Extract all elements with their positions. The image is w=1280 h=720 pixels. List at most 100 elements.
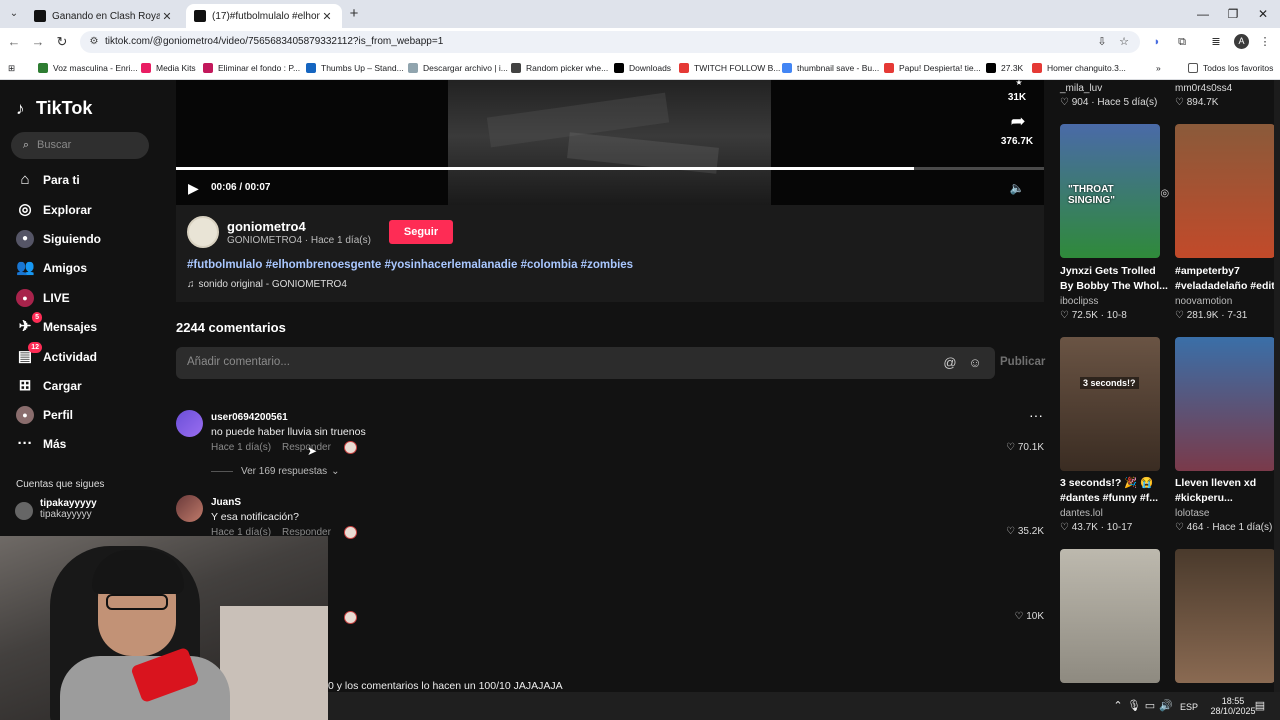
minimize-icon[interactable]: — [1188,4,1218,24]
restore-icon[interactable]: ❐ [1218,4,1248,24]
browser-profile-avatar[interactable]: A [1234,34,1249,49]
sound-link[interactable]: ♫ sonido original - GONIOMETRO4 [187,279,347,290]
bookmark-item[interactable]: Media Kits [141,61,196,75]
install-app-icon[interactable]: ⇩ [1094,34,1110,50]
bookmark-star-icon[interactable]: ☆ [1116,34,1132,50]
related-author[interactable]: lolotase [1175,508,1209,519]
related-author[interactable]: dantes.lol [1060,508,1103,519]
profile-icon: ● [16,406,34,424]
apps-grid-icon[interactable]: ⊞ [8,61,15,75]
search-input[interactable]: ⌕ Buscar [11,132,149,159]
related-author[interactable]: noovamotion [1175,296,1232,307]
video-hashtags[interactable]: #futbolmulalo #elhombrenoesgente #yosinh… [187,259,633,271]
search-icon: ⌕ [22,139,30,151]
volume-icon[interactable]: 🔈 [1008,179,1026,197]
bookmark-item[interactable]: thumbnail save - Bu... [782,61,879,75]
bookmark-icon[interactable]: ★ [1010,80,1028,86]
bookmark-item[interactable]: Random picker whe... [511,61,608,75]
mention-icon[interactable]: @ [941,354,959,372]
browser-tab-2[interactable]: (17)#futbolmulalo #elhombren ✕ [186,4,342,28]
related-title[interactable]: Lleven lleven xd #kickperu... [1175,476,1280,506]
video-player[interactable] [176,80,1044,205]
menu-kebab-icon[interactable]: ⋮ [1256,33,1274,51]
nav-siguiendo[interactable]: ● Siguiendo [16,228,101,250]
comment-like[interactable]: ♡ 35.2K [994,526,1044,537]
language-indicator[interactable]: ESP [1180,702,1198,712]
creator-avatar[interactable] [187,216,219,248]
bookmark-item[interactable]: Voz masculina - Enri... [38,61,138,75]
all-favorites-folder[interactable]: Todos los favoritos [1188,61,1273,75]
url-field[interactable]: ⚙ tiktok.com/@goniometro4/video/75656834… [80,31,1140,53]
share-icon[interactable]: ➦ [1006,110,1030,132]
reload-icon[interactable]: ↻ [52,32,72,52]
reading-list-icon[interactable]: ≣ [1207,33,1225,51]
related-author[interactable]: mm0r4s0ss4 [1175,83,1232,94]
video-progress-bar[interactable] [176,167,1044,170]
comment-like[interactable]: ♡ 10K [994,611,1044,622]
browser-tab-1[interactable]: Ganando en Clash Royale: Estr ✕ [26,4,182,28]
close-tab-icon[interactable]: ✕ [160,10,174,23]
bookmark-item[interactable]: Homer changuito.3... [1032,61,1126,75]
creator-name[interactable]: goniometro4 [227,219,306,234]
view-replies[interactable]: Ver 169 respuestas ⌄ [211,466,340,477]
comment-username[interactable]: JuanS [211,497,241,508]
nav-para-ti[interactable]: ⌂ Para ti [16,169,79,191]
extensions-puzzle-icon[interactable]: ⧉ [1173,33,1191,51]
related-video-thumb[interactable] [1175,549,1275,683]
back-icon[interactable]: ← [4,32,24,52]
nav-mensajes[interactable]: ✈ 5 Mensajes [16,312,97,338]
comment-like[interactable]: ♡ 70.1K [994,442,1044,453]
follow-button[interactable]: Seguir [389,220,453,244]
related-video-thumb[interactable]: "THROAT SINGING" [1060,124,1160,258]
sound-label: sonido original - GONIOMETRO4 [198,279,347,290]
pin-icon[interactable]: ◎ [1160,188,1169,199]
nav-cargar[interactable]: ⊞ Cargar [16,375,82,397]
site-info-icon[interactable]: ⚙ [86,34,102,50]
comment-username[interactable]: user0694200561 [211,412,288,423]
chevron-up-icon[interactable]: ⌃ [1110,698,1126,714]
nav-perfil[interactable]: ● Perfil [16,404,73,426]
related-title[interactable]: Jynxzi Gets Trolled By Bobby The Whol... [1060,264,1172,294]
nav-explorar[interactable]: ◎ Explorar [16,199,91,221]
emoji-icon[interactable]: ☺ [966,354,984,372]
nav-actividad[interactable]: ▤ 12 Actividad [16,342,97,368]
bookmark-item[interactable]: Papu! Despierta! tie... [884,61,981,75]
related-video-thumb[interactable] [1060,549,1160,683]
bookmark-item[interactable]: 27.3K [986,61,1023,75]
close-window-icon[interactable]: ✕ [1248,4,1278,24]
nav-mas[interactable]: ··· Más [16,433,67,455]
comment-avatar[interactable] [176,495,203,522]
related-title[interactable]: #ampeterby7 #veladadelaño #edit [1175,264,1280,294]
comment-avatar[interactable] [176,410,203,437]
bookmark-item[interactable]: Downloads [614,61,671,75]
close-tab-icon[interactable]: ✕ [320,10,334,23]
bookmark-item[interactable]: Descargar archivo | i... [408,61,508,75]
microphone-icon[interactable]: 🎙 [1126,698,1142,714]
bookmark-item[interactable]: Eliminar el fondo : P... [203,61,300,75]
related-video-thumb[interactable] [1175,124,1275,258]
scrollbar[interactable] [1274,80,1280,692]
extension-icon[interactable]: ◗ [1148,33,1166,51]
nav-amigos[interactable]: 👥 Amigos [16,257,87,279]
notifications-icon[interactable]: ▤ [1252,698,1268,714]
speaker-icon[interactable]: 🔊 [1158,698,1174,714]
publish-button[interactable]: Publicar [1000,356,1045,368]
tiktok-logo[interactable]: ♪ TikTok [16,98,92,119]
network-icon[interactable]: ▭ [1142,698,1158,714]
forward-icon[interactable]: → [28,32,48,52]
related-title[interactable]: 3 seconds!? 🎉 😭 #dantes #funny #f... [1060,476,1172,506]
tab-list-chevron-icon[interactable]: ⌄ [4,4,24,24]
comment-input[interactable]: Añadir comentario... @ ☺ [176,347,995,379]
bookmark-item[interactable]: Thumbs Up – Stand... [306,61,404,75]
related-author[interactable]: iboclipss [1060,296,1098,307]
more-options-icon[interactable]: ··· [1028,408,1044,422]
more-bookmarks-icon[interactable]: » [1156,61,1161,75]
related-video-thumb[interactable]: 3 seconds!? [1060,337,1160,471]
new-tab-icon[interactable]: + [344,4,364,24]
followed-account[interactable]: tipakayyyyy tipakayyyyy [15,498,97,520]
related-video-thumb[interactable] [1175,337,1275,471]
play-icon[interactable]: ▶ [188,179,206,197]
nav-live[interactable]: ● LIVE [16,287,70,309]
related-author[interactable]: _mila_luv [1060,83,1102,94]
bookmark-item[interactable]: TWITCH FOLLOW B... [679,61,780,75]
